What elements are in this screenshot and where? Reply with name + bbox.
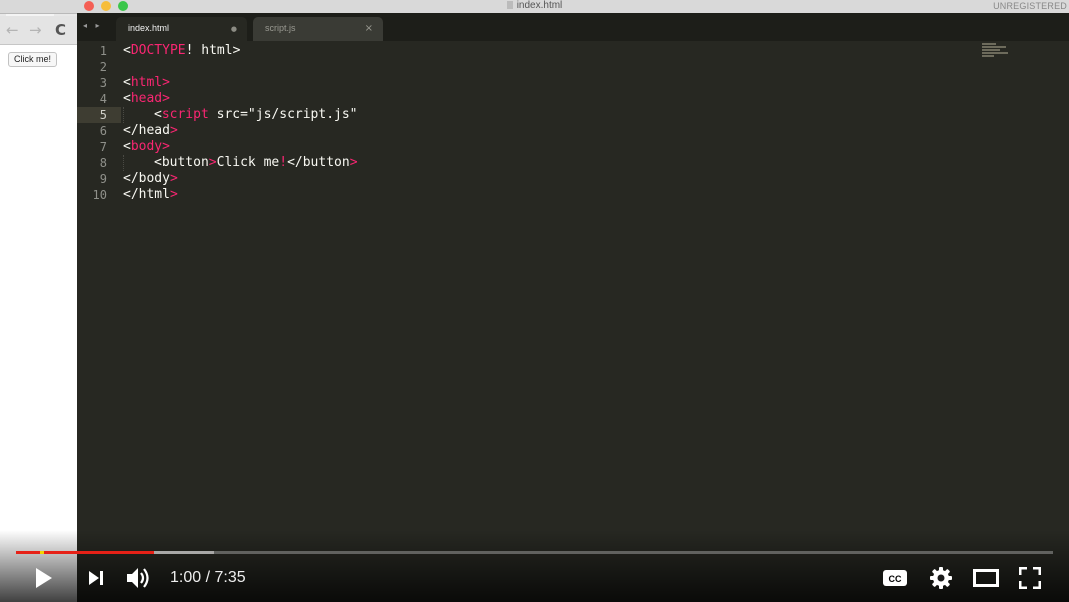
- code-line[interactable]: <html>: [123, 75, 1023, 91]
- window-title-text: index.html: [516, 0, 563, 11]
- fullscreen-icon: [1019, 567, 1041, 589]
- captions-button[interactable]: CC: [881, 560, 909, 596]
- line-number: 1: [99, 44, 107, 58]
- minimap-line: [982, 55, 994, 57]
- played-bar: [16, 551, 154, 554]
- next-icon: [89, 571, 103, 585]
- fullscreen-button[interactable]: [1016, 560, 1044, 596]
- line-number: 10: [92, 188, 107, 202]
- line-number: 2: [99, 60, 107, 74]
- code-line[interactable]: </html>: [123, 187, 1023, 203]
- line-number: 8: [99, 156, 107, 170]
- code-line[interactable]: </body>: [123, 171, 1023, 187]
- line-number: 7: [99, 140, 107, 154]
- tab-label: script.js: [265, 23, 296, 33]
- time-display: 1:00 / 7:35: [170, 569, 246, 586]
- code-line[interactable]: <head>: [123, 91, 1023, 107]
- volume-icon: [127, 568, 149, 588]
- code-area[interactable]: <DOCTYPE! html> <html> <head> <script src="…: [123, 43, 1023, 203]
- reload-icon[interactable]: C: [55, 21, 66, 39]
- tab-index-html[interactable]: index.html ●: [116, 17, 247, 41]
- next-button[interactable]: [84, 560, 108, 596]
- line-number: 5: [77, 107, 121, 123]
- minimap-line: [982, 49, 1000, 51]
- back-arrow-icon[interactable]: ←: [6, 21, 19, 39]
- code-editor: ◂ ▸ index.html ● script.js × 1 2 3 4 5 6 7 8 9 10…: [77, 13, 1069, 602]
- minimap-line: [982, 52, 1008, 54]
- play-button[interactable]: [32, 560, 56, 596]
- code-line[interactable]: <DOCTYPE! html>: [123, 43, 1023, 59]
- play-icon: [36, 568, 52, 588]
- minimap-line: [982, 46, 1006, 48]
- settings-button[interactable]: [928, 560, 954, 596]
- editor-tab-bar: ◂ ▸ index.html ● script.js ×: [77, 13, 1069, 41]
- minimap[interactable]: [982, 43, 1012, 63]
- progress-bar[interactable]: [16, 551, 1053, 554]
- volume-button[interactable]: [124, 560, 154, 596]
- tab-script-js[interactable]: script.js ×: [253, 17, 383, 41]
- tab-label: index.html: [128, 23, 170, 33]
- line-number: 6: [99, 124, 107, 138]
- minimap-line: [982, 43, 996, 45]
- code-line[interactable]: [123, 59, 1023, 75]
- code-line[interactable]: </head>: [123, 123, 1023, 139]
- browser-toolbar: ← → C: [0, 16, 77, 45]
- page-click-me-button[interactable]: Click me!: [8, 52, 58, 67]
- close-tab-icon[interactable]: ×: [365, 23, 373, 34]
- window-title: index.html: [0, 0, 1069, 12]
- license-status: UNREGISTERED: [993, 1, 1067, 11]
- line-number-gutter: 1 2 3 4 5 6 7 8 9 10: [77, 43, 121, 203]
- line-number: 4: [99, 92, 107, 106]
- theater-icon: [973, 569, 999, 587]
- player-controls: 1:00 / 7:35 CC: [0, 560, 1069, 596]
- code-line[interactable]: <button>Click me!</button>: [123, 155, 1023, 171]
- browser-preview: ← → C Click me!: [0, 0, 77, 602]
- unsaved-dot-icon[interactable]: ●: [231, 24, 237, 35]
- forward-arrow-icon[interactable]: →: [29, 21, 42, 39]
- theater-mode-button[interactable]: [970, 560, 1002, 596]
- window-titlebar: index.html UNREGISTERED: [0, 0, 1069, 14]
- code-line[interactable]: <script src="js/script.js": [123, 107, 1023, 123]
- tab-nav-arrows-icon[interactable]: ◂ ▸: [83, 21, 103, 31]
- line-number: 9: [99, 172, 107, 186]
- cc-label: CC: [889, 574, 902, 584]
- settings-icon: [930, 567, 952, 589]
- code-line[interactable]: <body>: [123, 139, 1023, 155]
- line-number: 3: [99, 76, 107, 90]
- cc-icon: CC: [883, 570, 907, 586]
- document-icon: [506, 1, 513, 9]
- chapter-marker: [40, 551, 44, 554]
